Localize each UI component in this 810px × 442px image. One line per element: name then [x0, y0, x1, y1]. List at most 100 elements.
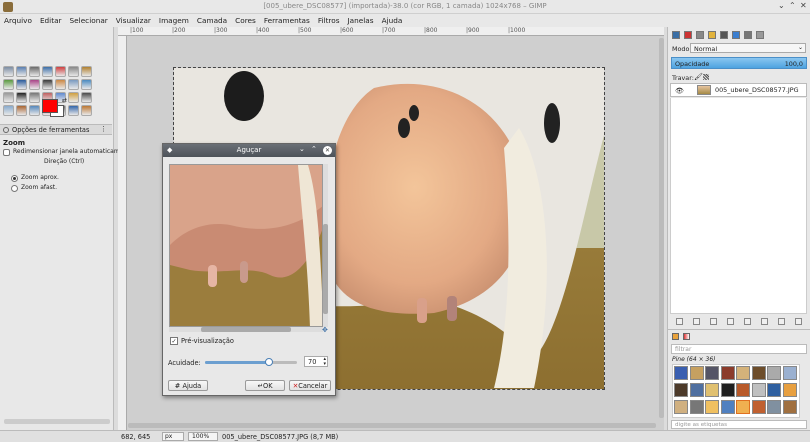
layer-action-icon[interactable]	[744, 318, 751, 325]
pattern-swatch[interactable]	[720, 400, 735, 414]
pattern-swatch[interactable]	[705, 366, 719, 380]
pattern-swatch[interactable]	[674, 400, 688, 414]
tool-button-icon[interactable]	[3, 92, 14, 103]
pattern-swatch[interactable]	[689, 366, 704, 380]
canvas-vertical-scrollbar[interactable]	[659, 38, 664, 418]
vertical-ruler[interactable]	[118, 36, 127, 430]
pattern-swatch[interactable]	[736, 366, 750, 380]
sharpness-spinbox[interactable]: 70 ▴ ▾	[304, 356, 328, 367]
layer-action-icon[interactable]	[693, 318, 700, 325]
tool-button-icon[interactable]	[29, 105, 40, 116]
tool-button-icon[interactable]	[3, 79, 14, 90]
tool-button-icon[interactable]	[29, 66, 40, 77]
dialog-titlebar[interactable]: ◆ Aguçar ⌄ ⌃ ✕	[163, 144, 335, 157]
preview-hscroll[interactable]	[169, 327, 323, 332]
pattern-swatch[interactable]	[782, 366, 797, 380]
pattern-swatch[interactable]	[767, 366, 781, 380]
dock-tab-icon[interactable]	[744, 31, 752, 39]
menu-item-10[interactable]: Ajuda	[378, 14, 407, 27]
canvas-horizontal-scrollbar[interactable]	[128, 423, 656, 428]
pattern-swatch[interactable]	[705, 383, 719, 397]
unit-select[interactable]: px	[162, 432, 184, 441]
preview-checkbox[interactable]: ✓	[170, 337, 178, 345]
lock-pixels-icon[interactable]: 🖌	[694, 73, 703, 81]
minimize-window-button[interactable]: ⌄	[778, 2, 786, 10]
configure-tab-icon[interactable]: ⋮	[100, 125, 107, 133]
cancel-button[interactable]: ✕Cancelar	[289, 380, 331, 391]
pattern-swatch[interactable]	[736, 400, 750, 414]
pattern-swatch[interactable]	[674, 366, 688, 380]
tool-button-icon[interactable]	[55, 79, 66, 90]
dock-tab-icon[interactable]	[732, 31, 740, 39]
spin-arrows-icon[interactable]: ▴ ▾	[323, 357, 326, 367]
tool-button-icon[interactable]	[29, 92, 40, 103]
ok-button[interactable]: ↵OK	[245, 380, 285, 391]
sharpness-slider-handle[interactable]	[265, 358, 274, 366]
tool-button-icon[interactable]	[68, 92, 79, 103]
tool-button-icon[interactable]	[3, 105, 14, 116]
pattern-swatch[interactable]	[751, 400, 766, 414]
menu-item-8[interactable]: Filtros	[314, 14, 344, 27]
pattern-swatch[interactable]	[689, 400, 704, 414]
horizontal-ruler[interactable]: |100 |200 |300 |400 |500 |600 |700 |800 |900 |100…	[118, 27, 664, 36]
dialog-minimize-icon[interactable]: ⌄	[299, 145, 305, 153]
swap-colors-icon[interactable]: ⇄	[62, 97, 67, 104]
tool-button-icon[interactable]	[68, 105, 79, 116]
gradients-tab-icon[interactable]	[683, 333, 690, 340]
menu-item-4[interactable]: Imagem	[155, 14, 193, 27]
dialog-maximize-icon[interactable]: ⌃	[311, 145, 317, 153]
dock-tab-icon[interactable]	[708, 31, 716, 39]
tool-options-tab[interactable]: Opções de ferramentas ⋮	[0, 124, 112, 135]
zoom-in-radio[interactable]	[11, 175, 18, 182]
preview-pane[interactable]	[169, 164, 323, 327]
preview-vscroll[interactable]	[323, 164, 328, 327]
tool-button-icon[interactable]	[55, 66, 66, 77]
dialog-close-icon[interactable]: ✕	[323, 146, 332, 155]
menu-item-5[interactable]: Camada	[193, 14, 231, 27]
layer-row[interactable]: 👁 005_ubere_DSC08577.JPG	[670, 83, 807, 97]
pattern-swatch[interactable]	[720, 366, 735, 380]
close-window-button[interactable]: ✕	[800, 2, 808, 10]
tool-button-icon[interactable]	[42, 66, 53, 77]
layer-action-icon[interactable]	[795, 318, 802, 325]
help-button[interactable]: # Ajuda	[168, 380, 208, 391]
pattern-swatch[interactable]	[751, 366, 766, 380]
menu-item-2[interactable]: Selecionar	[66, 14, 112, 27]
pattern-swatch[interactable]	[767, 400, 781, 414]
tool-button-icon[interactable]	[68, 66, 79, 77]
maximize-window-button[interactable]: ⌃	[789, 2, 797, 10]
tool-button-icon[interactable]	[42, 79, 53, 90]
layer-action-icon[interactable]	[727, 318, 734, 325]
lock-alpha-icon[interactable]	[703, 74, 709, 80]
dock-tab-icon[interactable]	[672, 31, 680, 39]
visibility-eye-icon[interactable]: 👁	[675, 87, 684, 95]
tool-button-icon[interactable]	[81, 105, 92, 116]
pattern-swatch[interactable]	[720, 383, 735, 397]
pattern-swatch[interactable]	[674, 383, 688, 397]
zoom-out-radio[interactable]	[11, 185, 18, 192]
layer-action-icon[interactable]	[676, 318, 683, 325]
dock-tab-icon[interactable]	[756, 31, 764, 39]
dock-tab-icon[interactable]	[684, 31, 692, 39]
tool-button-icon[interactable]	[16, 105, 27, 116]
layer-action-icon[interactable]	[710, 318, 717, 325]
pattern-tags-input[interactable]: digite as etiquetas	[671, 420, 807, 429]
pattern-swatch[interactable]	[736, 383, 750, 397]
menu-item-1[interactable]: Editar	[36, 14, 66, 27]
menu-item-9[interactable]: Janelas	[344, 14, 378, 27]
opacity-slider[interactable]: Opacidade 100,0	[671, 57, 807, 69]
tool-button-icon[interactable]	[3, 66, 14, 77]
foreground-color-swatch[interactable]	[42, 99, 58, 113]
tool-button-icon[interactable]	[16, 92, 27, 103]
tool-button-icon[interactable]	[16, 79, 27, 90]
tool-button-icon[interactable]	[81, 79, 92, 90]
tool-button-icon[interactable]	[29, 79, 40, 90]
menu-item-6[interactable]: Cores	[231, 14, 260, 27]
resize-window-checkbox[interactable]	[3, 149, 10, 156]
menu-item-0[interactable]: Arquivo	[0, 14, 36, 27]
pattern-swatch[interactable]	[782, 383, 797, 397]
layer-action-icon[interactable]	[761, 318, 768, 325]
tool-button-icon[interactable]	[81, 92, 92, 103]
sharpness-slider[interactable]	[205, 358, 297, 366]
tool-button-icon[interactable]	[16, 66, 27, 77]
